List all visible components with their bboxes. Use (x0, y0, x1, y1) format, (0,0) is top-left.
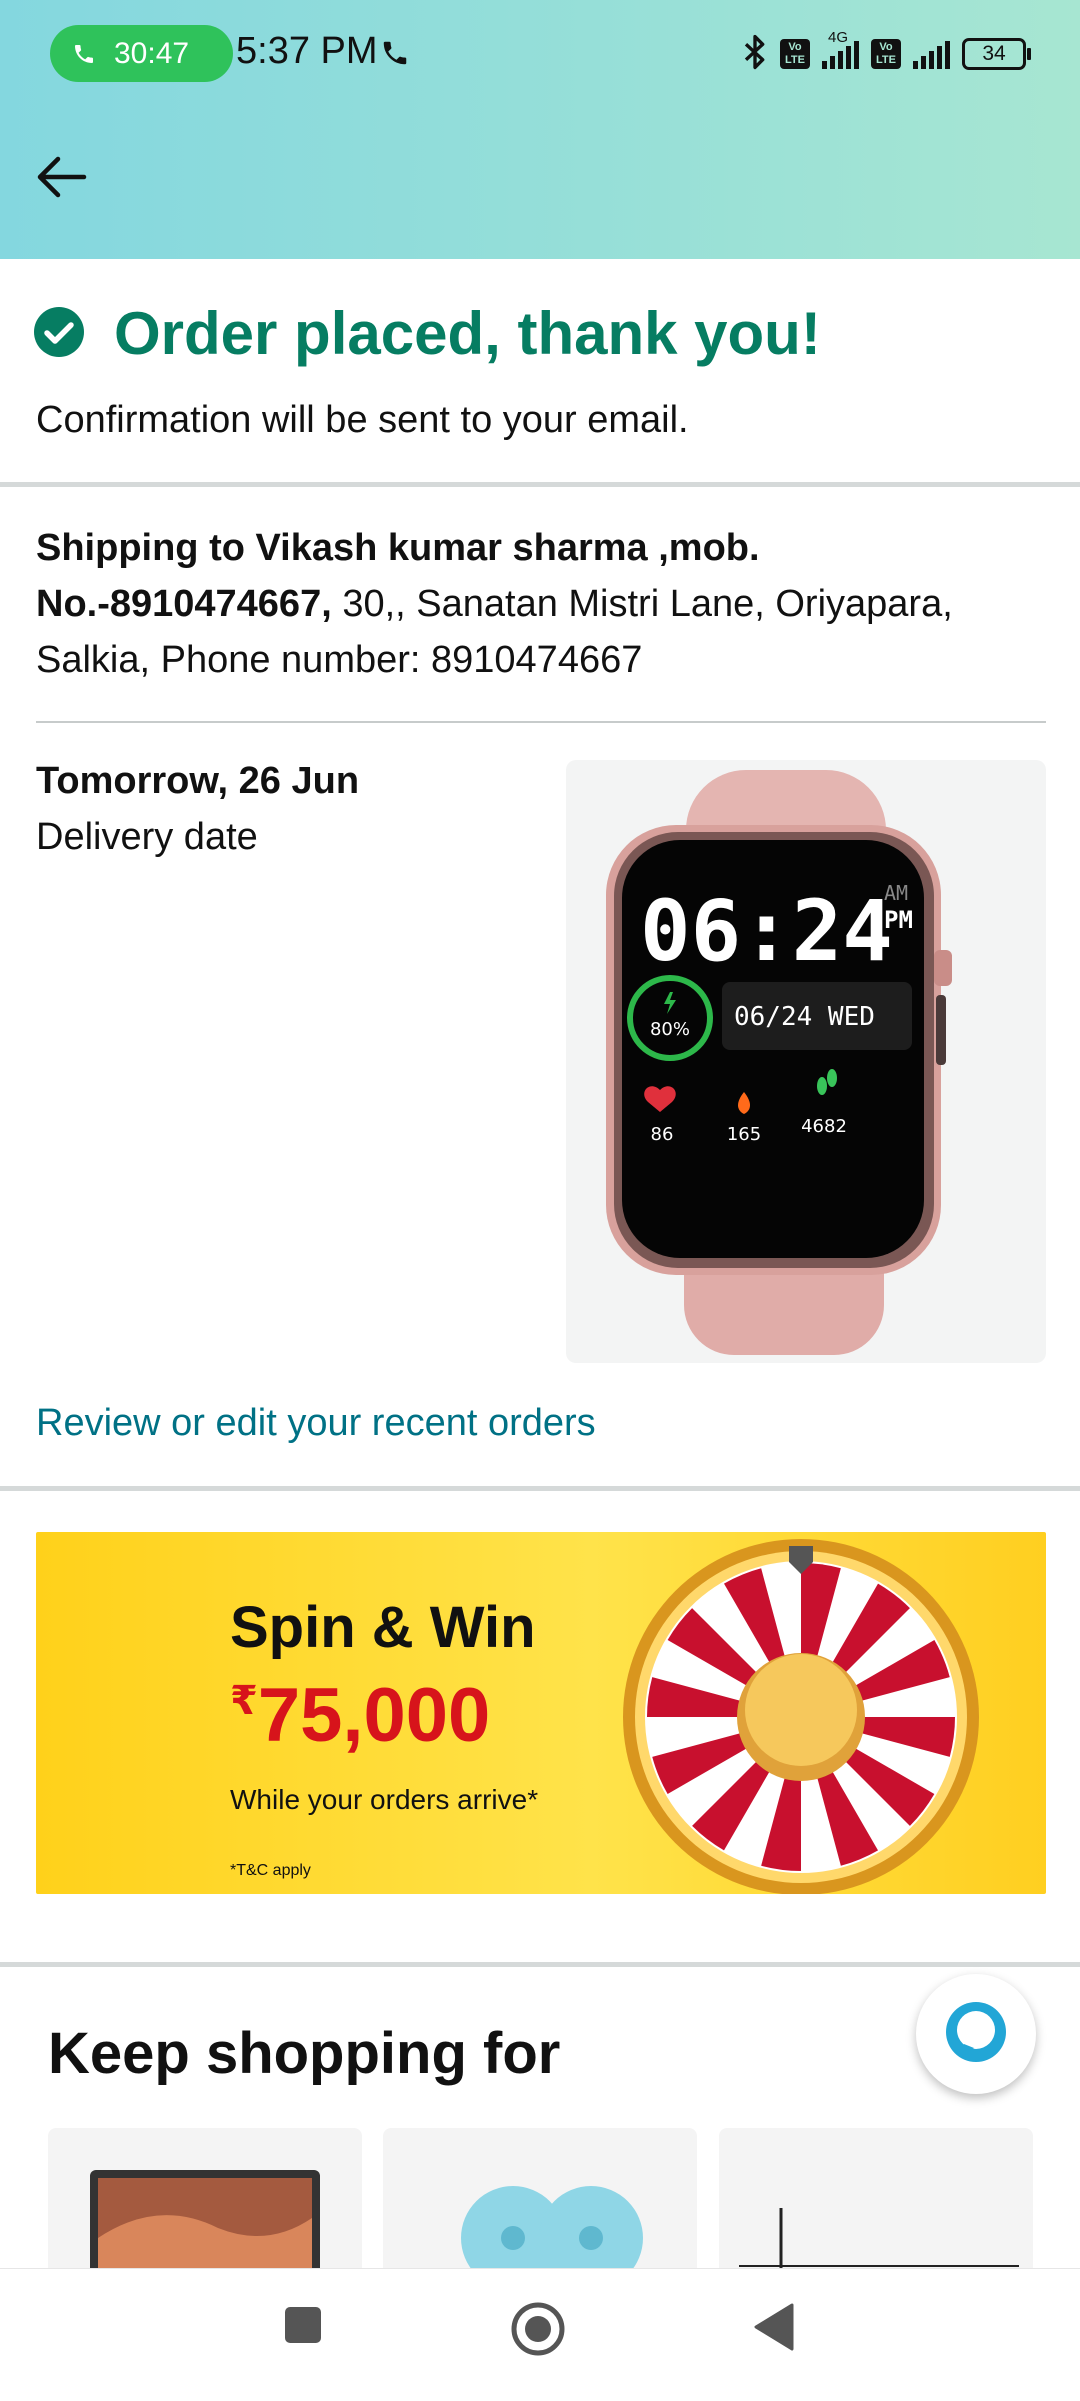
watch-steps: 4682 (801, 1116, 847, 1137)
delivery-date-label: Delivery date (36, 816, 258, 858)
banner-amount-value: 75,000 (257, 1673, 491, 1758)
volte-icon-2: Vo LTE (871, 39, 901, 69)
volte-icon: Vo LTE (780, 39, 810, 69)
watch-battery: 80% (650, 1019, 690, 1040)
product-image-smartwatch[interactable]: 06:24 AM PM 80% 06/24 WED 86 165 4682 (566, 760, 1046, 1363)
back-button[interactable] (752, 2303, 796, 2356)
banner-title: Spin & Win (230, 1595, 536, 1660)
watch-heart-rate: 86 (651, 1124, 674, 1145)
rupee-symbol: ₹ (230, 1679, 258, 1723)
confirmation-subtitle: Confirmation will be sent to your email. (36, 399, 689, 441)
spin-wheel-icon (623, 1539, 979, 1894)
call-status-icon (380, 38, 410, 73)
cable-image (739, 2208, 1019, 2268)
alexa-button[interactable] (916, 1974, 1036, 2094)
banner-subtitle: While your orders arrive* (230, 1784, 539, 1815)
home-button[interactable] (510, 2301, 566, 2362)
fan-image (461, 2186, 643, 2268)
watch-am: AM (884, 881, 908, 905)
recent-apps-button[interactable] (283, 2305, 323, 2350)
watch-date: 06/24 WED (734, 1002, 875, 1032)
phone-icon (72, 42, 96, 66)
delivery-date: Tomorrow, 26 Jun (36, 760, 360, 802)
system-navigation-bar (0, 2268, 1080, 2401)
keep-shopping-card-cable[interactable] (719, 2128, 1033, 2268)
check-circle-icon (34, 307, 84, 362)
divider (0, 482, 1080, 487)
clock: 5:37 PM (236, 30, 378, 72)
divider (36, 721, 1046, 723)
app-header: 30:47 5:37 PM Vo LTE 4G Vo LTE 34 (0, 0, 1080, 259)
keep-shopping-title: Keep shopping for (48, 2021, 561, 2086)
banner-amount: ₹75,000 (230, 1672, 490, 1759)
page-title: Order placed, thank you! (114, 300, 821, 367)
ongoing-call-pill[interactable]: 30:47 (50, 25, 233, 82)
keep-shopping-card-laptop[interactable] (48, 2128, 362, 2268)
back-arrow-icon[interactable] (34, 150, 88, 209)
divider (0, 1962, 1080, 1967)
shipping-address: Shipping to Vikash kumar sharma ,mob. No… (36, 520, 1046, 688)
bluetooth-icon (742, 34, 768, 75)
divider (0, 1486, 1080, 1491)
laptop-image (90, 2170, 320, 2268)
alexa-icon (944, 2000, 1008, 2069)
banner-terms: *T&C apply (230, 1862, 311, 1879)
watch-time: 06:24 (640, 882, 893, 980)
keep-shopping-card-fan[interactable] (383, 2128, 697, 2268)
review-orders-link[interactable]: Review or edit your recent orders (36, 1402, 596, 1445)
call-timer: 30:47 (114, 36, 190, 70)
status-icons: Vo LTE 4G Vo LTE 34 (742, 29, 1031, 78)
signal-icon (913, 39, 950, 69)
watch-pm: PM (884, 906, 913, 934)
spin-win-banner[interactable]: Spin & Win ₹75,000 While your orders arr… (36, 1532, 1046, 1894)
signal-4g-icon: 4G (822, 29, 859, 69)
battery-icon: 34 (962, 38, 1031, 70)
battery-level: 34 (982, 42, 1006, 65)
watch-calories: 165 (727, 1124, 761, 1145)
